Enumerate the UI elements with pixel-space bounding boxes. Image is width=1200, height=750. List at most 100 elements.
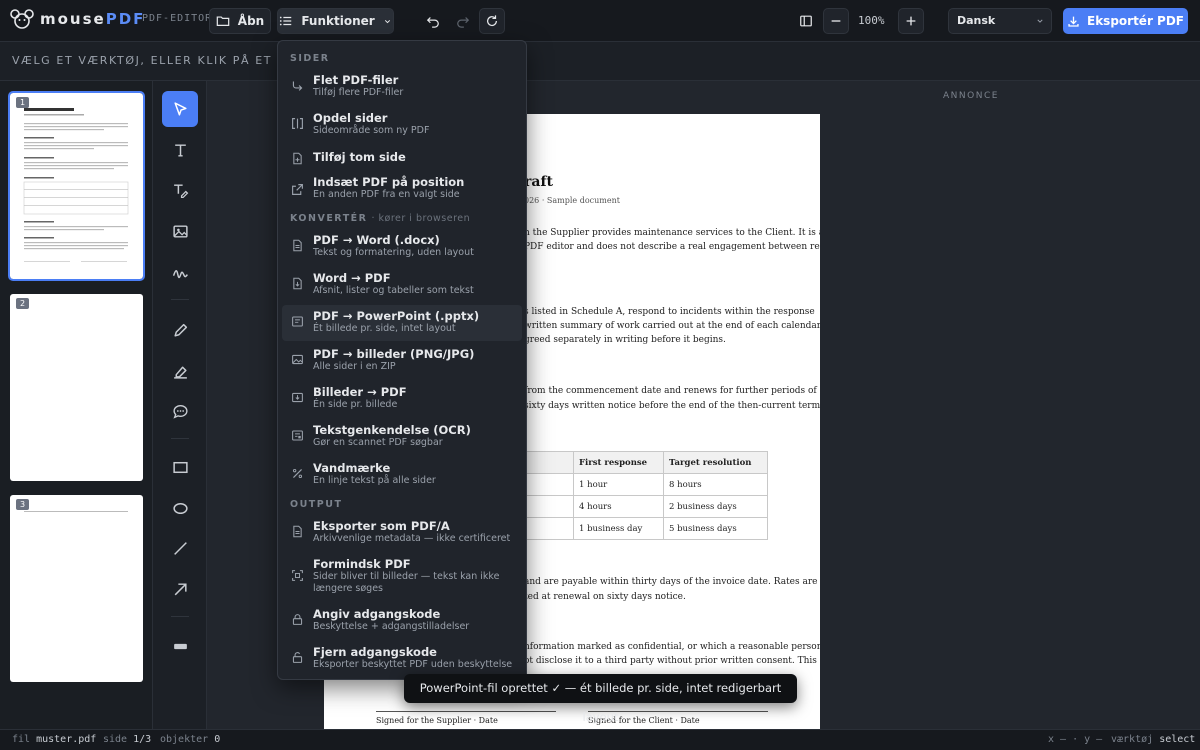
zoom-out-button[interactable] [823,8,849,34]
paragraph-line: greed separately in writing before it be… [524,335,726,345]
menu-item-set-password[interactable]: Angiv adgangskode Beskyttelse + adgangsti… [282,603,522,639]
thumbnail-preview [23,108,129,262]
plus-icon [906,16,916,26]
line-tool[interactable] [162,530,198,566]
menu-item-ocr[interactable]: Tekstgenkendelse (OCR) Gør en scannet PDF… [282,419,522,455]
app-tag: PDF-EDITOR [142,13,213,24]
export-pdf-button[interactable]: Eksportér PDF [1063,8,1188,34]
table-cell: 1 hour [573,473,664,496]
signature-label-supplier: Signed for the Supplier · Date [376,716,498,725]
open-button[interactable]: Åbn [209,8,271,34]
redact-tool[interactable] [162,628,198,664]
hint-bar: Vælg et værktøj, eller klik på et objekt… [0,42,1200,81]
signature-icon [172,269,188,278]
split-icon [292,118,303,129]
brand-wordmark: mousePDF [40,10,146,28]
chevron-down-icon [1037,19,1043,23]
text-tool[interactable] [162,132,198,168]
toast-notification: PowerPoint-fil oprettet ✓ — ét billede p… [404,674,797,724]
ellipse-tool[interactable] [162,490,198,526]
undo-icon [426,17,439,28]
watermark-icon [292,468,303,479]
menu-item-compress[interactable]: Formindsk PDF Sider bliver til billeder —… [282,553,522,601]
menu-item-add-blank-page[interactable]: Tilføj tom side [282,145,522,173]
menu-item-pdf-to-word[interactable]: PDF → Word (.docx) Tekst og formatering, … [282,229,522,265]
menu-item-images-to-pdf[interactable]: Billeder → PDF Én side pr. billede [282,381,522,417]
status-page: side 1/3 [103,734,152,745]
thumbnail-number: 2 [16,298,29,309]
table-cell: 2 business days [663,495,768,518]
zoom-level: 100% [858,14,885,27]
download-icon [1068,16,1079,27]
archive-icon [293,525,302,538]
thumbnail-page-3[interactable]: 3 [10,495,143,682]
image-tool[interactable] [162,213,198,249]
signature-tool[interactable] [162,254,198,290]
arrow-tool[interactable] [162,571,198,607]
redo-icon [457,17,470,28]
menu-section-convert: Konvertér · kører i browseren [290,213,471,224]
unlock-icon [292,652,303,663]
divider [171,616,189,617]
menu-item-remove-password[interactable]: Fjern adgangskode Eksporter beskyttet PDF… [282,641,522,677]
menu-item-merge[interactable]: Flet PDF-filer Tilføj flere PDF-filer [282,69,522,105]
functions-menu-button[interactable]: Funktioner [277,8,394,34]
rectangle-icon [172,461,188,473]
thumbnail-page-1[interactable]: 1 [8,91,145,281]
menu-item-watermark[interactable]: Vandmærke En linje tekst på alle sider [282,457,522,493]
table-header-cell: First response [573,451,664,474]
arrow-icon [174,582,187,595]
menu-item-export-pdfa[interactable]: Eksporter som PDF/A Arkivvenlige metadata… [282,515,522,551]
image-icon [292,354,303,365]
redo-button[interactable] [450,8,476,34]
thumbnail-page-2[interactable]: 2 [10,294,143,481]
paragraph-line: n the Supplier provides maintenance serv… [524,228,820,238]
text-icon [174,143,186,157]
paragraph-line: written summary of work carried out at t… [524,321,820,331]
menu-item-word-to-pdf[interactable]: Word → PDF Afsnit, lister og tabeller som… [282,267,522,303]
word-to-pdf-icon [293,277,302,290]
add-page-icon [293,152,302,165]
paragraph-line: ted at renewal on sixty days notice. [524,592,686,602]
signature-line [376,711,556,712]
powerpoint-icon [292,316,303,327]
status-coordinates: x — · y — [1048,734,1103,745]
sidebar-icon [800,15,812,27]
menu-item-pdf-to-images[interactable]: PDF → billeder (PNG/JPG) Alle sider i en … [282,343,522,379]
paragraph-line: PDF editor and does not describe a real … [524,242,820,252]
highlighter-icon [173,366,187,379]
highlighter-tool[interactable] [162,353,198,389]
language-select[interactable]: Dansk [948,8,1052,34]
status-bar: fil muster.pdf side 1/3 objekter 0 x — ·… [0,729,1200,750]
menu-item-insert-pdf[interactable]: Indsæt PDF på position En anden PDF fra e… [282,173,522,209]
images-to-pdf-icon [292,392,303,403]
comment-icon [172,404,188,419]
pencil-icon [173,323,187,337]
word-icon [293,239,302,252]
toggle-sidebar-button[interactable] [793,8,819,34]
status-tool: værktøj select [1111,734,1196,745]
pen-tool[interactable] [162,312,198,348]
table-cell: 1 business day [573,517,664,540]
comment-tool[interactable] [162,393,198,429]
refresh-icon [487,15,497,27]
app-logo: mousePDF [10,8,145,30]
minus-icon [831,20,841,22]
undo-button[interactable] [420,8,446,34]
line-icon [173,541,187,555]
paragraph-line: nformation marked as confidential, or wh… [524,642,820,652]
page-thumbnails: 1 2 3 [0,81,153,729]
ad-label: ANNONCE [943,91,999,101]
status-objects: objekter 0 [160,734,221,745]
select-tool[interactable] [162,91,198,127]
image-icon [172,224,188,238]
edit-text-tool[interactable] [162,172,198,208]
zoom-in-button[interactable] [898,8,924,34]
rectangle-tool[interactable] [162,449,198,485]
reset-button[interactable] [479,8,505,34]
menu-item-pdf-to-powerpoint[interactable]: PDF → PowerPoint (.pptx) Ét billede pr. s… [282,305,522,341]
ellipse-icon [172,502,188,514]
merge-icon [292,81,303,91]
menu-item-split[interactable]: Opdel sider Sideområde som ny PDF [282,107,522,143]
divider [171,299,189,300]
